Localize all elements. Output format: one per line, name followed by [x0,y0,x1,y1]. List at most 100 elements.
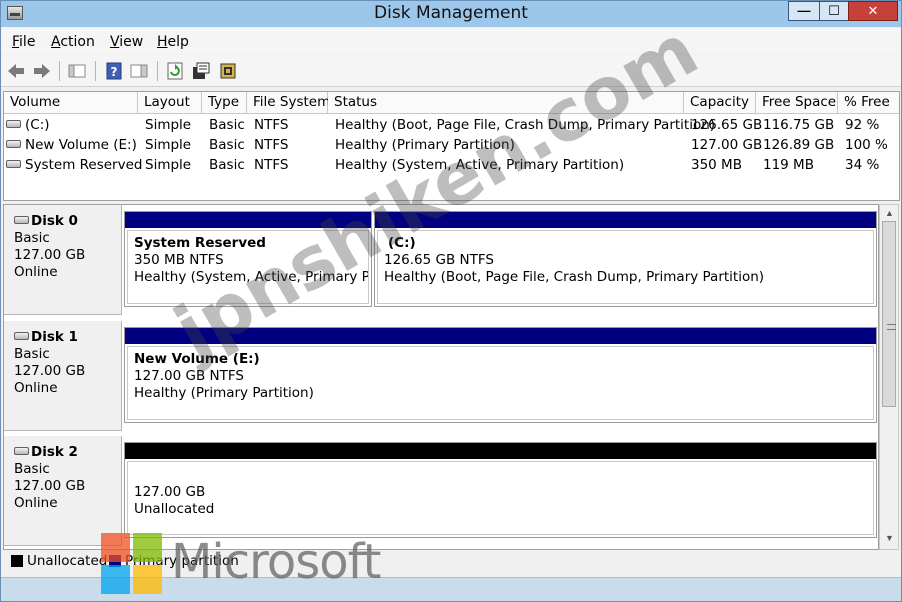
minimize-button[interactable]: — [788,1,820,21]
partition-title: (C:) [388,235,416,251]
menu-action[interactable]: Action [51,34,95,50]
volume-name-cell: New Volume (E:) [6,137,137,153]
menu-file[interactable]: File [12,34,35,50]
disk-type: Basic [14,346,50,362]
properties-icon[interactable] [191,61,211,81]
disk-1-partitions: New Volume (E:) 127.00 GB NTFS Healthy (… [124,321,878,429]
partition-system-reserved[interactable]: System Reserved 350 MB NTFS Healthy (Sys… [124,211,372,307]
partition-status: Healthy (Boot, Page File, Crash Dump, Pr… [384,269,765,285]
console-tree-icon[interactable] [67,61,87,81]
partition-status: Unallocated [134,501,215,517]
toolbar-separator [59,61,60,81]
disk-name: Disk 1 [14,329,121,346]
column-header-type[interactable]: Type [202,92,247,114]
rescan-disks-icon[interactable] [218,61,238,81]
svg-text:?: ? [111,65,118,79]
forward-arrow-icon[interactable] [32,61,52,81]
disk-1-label[interactable]: Disk 1 Basic 127.00 GB Online [4,321,122,431]
free-space-cell: 126.89 GB [763,137,835,153]
primary-partition-bar [125,212,371,228]
window-title: Disk Management [374,3,528,23]
status-cell: Healthy (Primary Partition) [335,137,515,153]
partition-size: 127.00 GB [134,484,206,500]
disk-icon [14,332,29,340]
scrollbar-grip-icon [887,324,896,330]
menu-bar: File Action View Help [1,28,901,54]
column-header-percent-free[interactable]: % Free [838,92,899,114]
column-header-file-system[interactable]: File System [247,92,330,114]
file-system-cell: NTFS [254,117,289,133]
disk-state: Online [14,495,58,511]
disk-0-partitions: System Reserved 350 MB NTFS Healthy (Sys… [124,205,878,313]
disk-name: Disk 2 [14,444,121,461]
column-header-layout[interactable]: Layout [138,92,202,114]
partition-details: 127.00 GB Unallocated [127,461,874,535]
volume-row[interactable]: New Volume (E:) Simple Basic NTFS Health… [4,136,899,156]
disk-name: Disk 0 [14,213,121,230]
unallocated-legend-label: Unallocated [27,553,108,569]
column-header-capacity[interactable]: Capacity [684,92,756,114]
capacity-cell: 127.00 GB [691,137,763,153]
refresh-icon[interactable] [165,61,185,81]
disk-state: Online [14,264,58,280]
close-button[interactable]: ✕ [848,1,898,21]
volume-name-cell: System Reserved [6,157,142,173]
partition-e[interactable]: New Volume (E:) 127.00 GB NTFS Healthy (… [124,327,877,423]
menu-view[interactable]: View [110,34,143,50]
drive-icon [6,120,21,128]
status-cell: Healthy (System, Active, Primary Partiti… [335,157,625,173]
disk-graphical-view: Disk 0 Basic 127.00 GB Online System Res… [3,204,879,550]
partition-size: 127.00 GB NTFS [134,368,244,384]
toolbar-separator [95,61,96,81]
disk-size: 127.00 GB [14,247,86,263]
disk-type: Basic [14,230,50,246]
disk-icon [14,216,29,224]
back-arrow-icon[interactable] [6,61,26,81]
microsoft-brand-text: Microsoft [171,534,381,590]
percent-free-cell: 34 % [845,157,880,173]
partition-details: New Volume (E:) 127.00 GB NTFS Healthy (… [127,346,874,420]
disk-type: Basic [14,461,50,477]
unallocated-legend-swatch [11,555,23,567]
volume-row[interactable]: (C:) Simple Basic NTFS Healthy (Boot, Pa… [4,116,899,136]
disk-0-label[interactable]: Disk 0 Basic 127.00 GB Online [4,205,122,315]
disk-2-label[interactable]: Disk 2 Basic 127.00 GB Online [4,436,122,546]
column-header-free-space[interactable]: Free Space [756,92,838,114]
scroll-up-arrow-icon[interactable]: ▲ [885,208,894,218]
layout-cell: Simple [145,117,192,133]
scrollbar-thumb[interactable] [882,221,896,407]
toolbar: ? [1,55,901,87]
microsoft-logo-icon [101,533,163,595]
primary-partition-bar [375,212,876,228]
disk-view-scrollbar[interactable]: ▲ ▼ [879,204,899,550]
title-bar: Disk Management — ☐ ✕ [1,1,901,27]
type-cell: Basic [209,117,245,133]
free-space-cell: 119 MB [763,157,814,173]
toolbar-separator [157,61,158,81]
column-header-volume[interactable]: Volume [4,92,138,114]
partition-title: System Reserved [134,235,266,251]
capacity-cell: 126.65 GB [691,117,763,133]
disk-icon [14,447,29,455]
percent-free-cell: 100 % [845,137,888,153]
layout-cell: Simple [145,157,192,173]
disk-size: 127.00 GB [14,478,86,494]
partition-unallocated[interactable]: 127.00 GB Unallocated [124,442,877,538]
partition-c[interactable]: (C:) 126.65 GB NTFS Healthy (Boot, Page … [374,211,877,307]
column-header-status[interactable]: Status [328,92,684,114]
help-icon[interactable]: ? [104,61,124,81]
unallocated-bar [125,443,876,459]
drive-icon [6,140,21,148]
status-cell: Healthy (Boot, Page File, Crash Dump, Pr… [335,117,716,133]
volume-row[interactable]: System Reserved Simple Basic NTFS Health… [4,156,899,176]
layout-cell: Simple [145,137,192,153]
partition-status: Healthy (Primary Partition) [134,385,314,401]
maximize-button[interactable]: ☐ [819,1,849,21]
partition-details: (C:) 126.65 GB NTFS Healthy (Boot, Page … [377,230,874,304]
menu-help[interactable]: Help [157,34,189,50]
disk-management-window: Disk Management — ☐ ✕ File Action View H… [0,0,902,602]
scroll-down-arrow-icon[interactable]: ▼ [885,533,894,543]
properties-pane-icon[interactable] [129,61,149,81]
partition-title: New Volume (E:) [134,351,260,367]
drive-icon [6,160,21,168]
